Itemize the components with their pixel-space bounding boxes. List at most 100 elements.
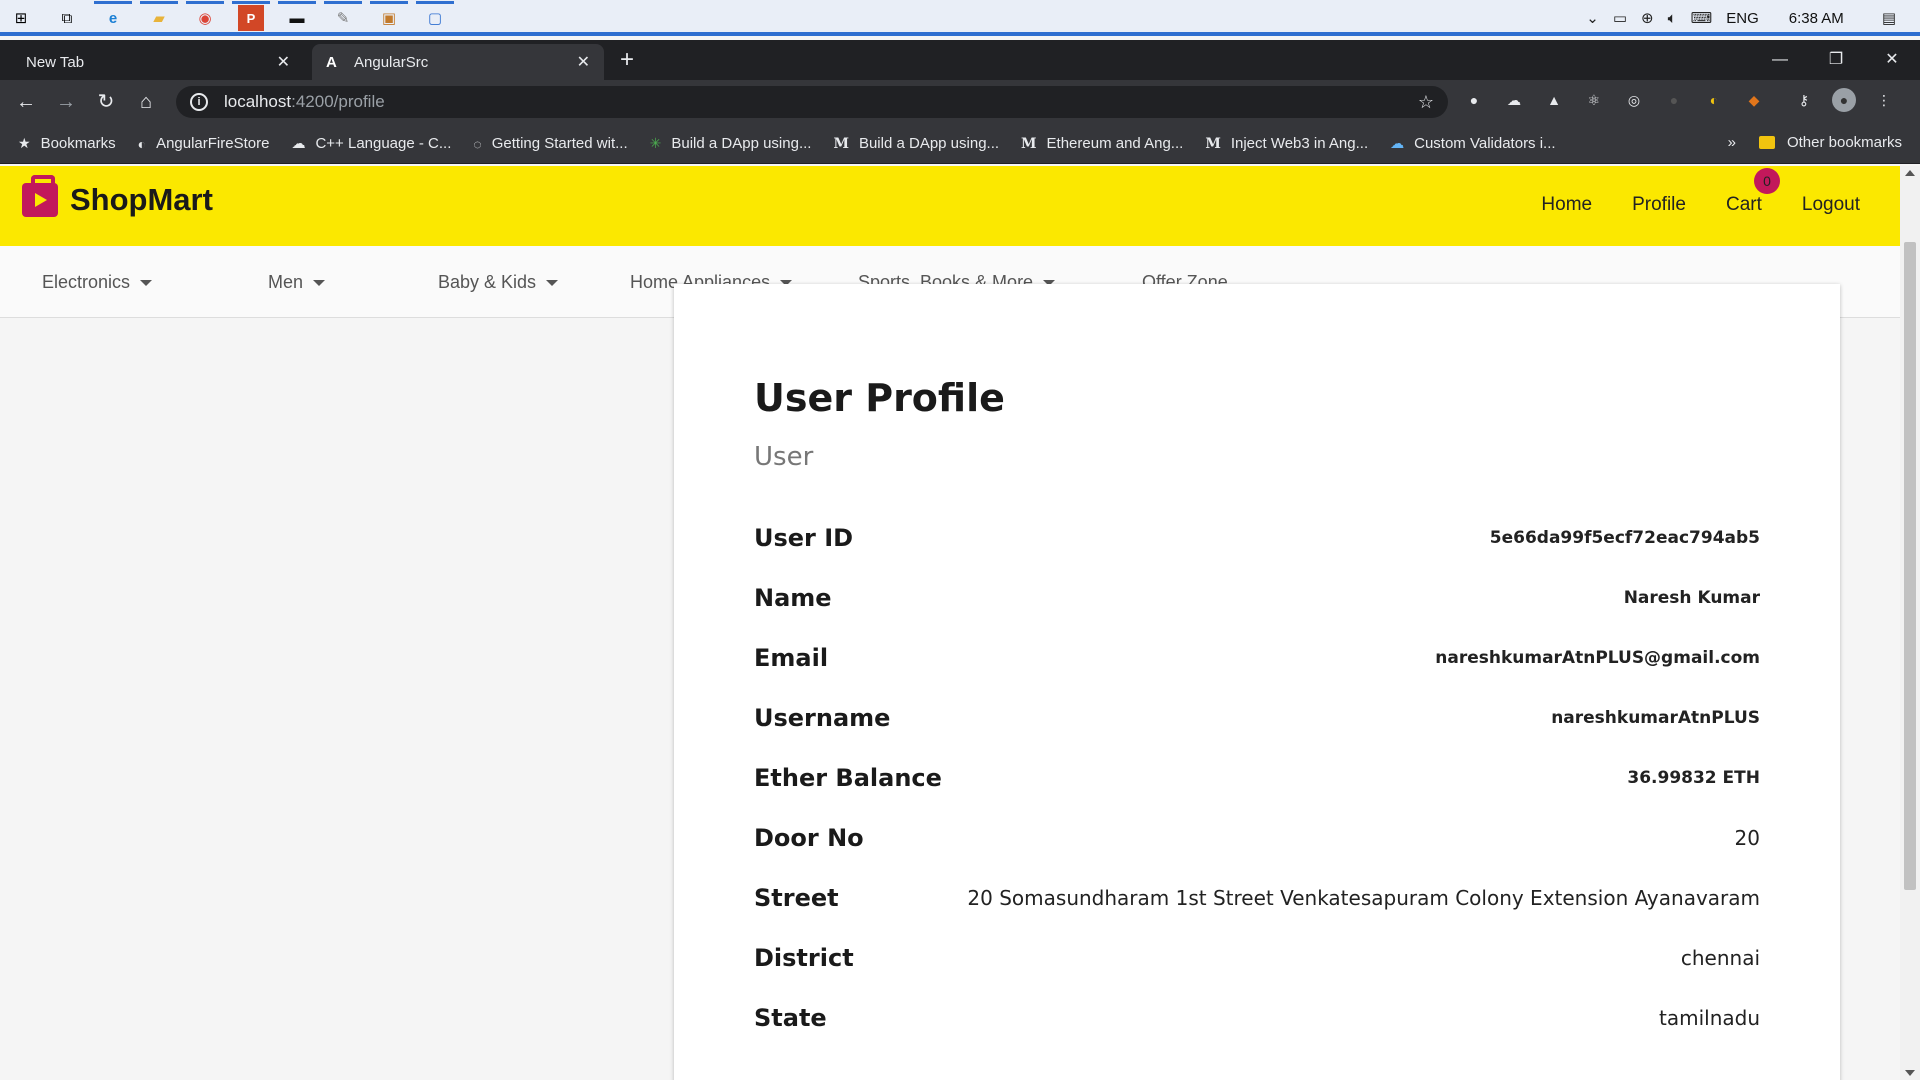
page-scrollbar[interactable]: [1900, 166, 1920, 1080]
language-indicator[interactable]: ENG: [1726, 10, 1759, 27]
react-extension-icon[interactable]: ⚛: [1582, 88, 1606, 112]
bookmark-item[interactable]: M Ethereum and Ang...: [1021, 135, 1183, 152]
bookmark-item[interactable]: M Inject Web3 in Ang...: [1205, 135, 1368, 152]
dark-extension-icon[interactable]: ●: [1662, 88, 1686, 112]
nav-cart-link[interactable]: Cart 0: [1725, 168, 1780, 216]
scroll-up-icon[interactable]: [1905, 170, 1915, 176]
back-icon[interactable]: ←: [12, 88, 40, 116]
close-window-icon[interactable]: ✕: [1864, 40, 1920, 80]
tab-new-tab[interactable]: New Tab ✕: [12, 44, 304, 80]
drive-extension-icon[interactable]: ▲: [1542, 88, 1566, 112]
caret-down-icon: [313, 280, 326, 287]
cloud-icon: ☁: [1390, 135, 1405, 151]
caret-down-icon: [546, 280, 559, 287]
close-tab-icon[interactable]: ✕: [277, 52, 290, 72]
bookmark-item[interactable]: ◐ AngularFireStore: [138, 135, 270, 152]
taskbar-apps: ⊞ ⧉ e ▰ ◉ P ▬ ✎ ▣ ▢: [8, 1, 454, 32]
tab-title: New Tab: [26, 53, 85, 71]
powerpoint-icon[interactable]: P: [232, 1, 270, 31]
close-tab-icon[interactable]: ✕: [577, 52, 590, 72]
paint-icon[interactable]: ✎: [324, 1, 362, 31]
tab-angularsrc[interactable]: A AngularSrc ✕: [312, 44, 604, 80]
chrome-icon[interactable]: ◉: [186, 1, 224, 31]
bookmark-item[interactable]: ☁ Custom Validators i...: [1390, 135, 1555, 152]
address-bar[interactable]: i localhost:4200/profile ☆: [176, 86, 1448, 118]
key-icon[interactable]: ⚷: [1792, 88, 1816, 112]
nav-logout-link[interactable]: Logout: [1802, 194, 1860, 216]
field-value: 20 Somasundharam 1st Street Venkatesapur…: [967, 886, 1760, 910]
bookmark-label: Custom Validators i...: [1414, 135, 1556, 152]
restore-icon[interactable]: ❐: [1808, 40, 1864, 80]
tab-title: AngularSrc: [354, 53, 429, 71]
field-label: Username: [754, 704, 891, 732]
user-profile-card: User Profile User User ID 5e66da99f5ecf7…: [674, 284, 1840, 1080]
metamask-icon[interactable]: ◆: [1742, 88, 1766, 112]
category-men[interactable]: Men: [268, 272, 326, 293]
spinner-icon: ◌: [473, 135, 482, 152]
bookmark-label: Getting Started wit...: [491, 135, 628, 152]
profile-row-state: State tamilnadu: [754, 998, 1760, 1038]
battery-icon[interactable]: ▭: [1613, 9, 1627, 27]
new-tab-icon[interactable]: +: [620, 46, 634, 74]
site-info-icon[interactable]: i: [190, 93, 208, 111]
profile-avatar[interactable]: ●: [1832, 88, 1856, 112]
cloud-extension-icon[interactable]: ☁: [1502, 88, 1526, 112]
extension-icon[interactable]: ●: [1462, 88, 1486, 112]
bookmark-item[interactable]: ☁ C++ Language - C...: [291, 135, 451, 152]
app-header: ShopMart Home Profile Cart 0 Logout: [0, 166, 1900, 246]
task-view-icon[interactable]: ⧉: [54, 5, 80, 31]
remote-desktop-icon[interactable]: ▢: [416, 1, 454, 31]
bookmark-item[interactable]: ✳ Build a DApp using...: [650, 135, 812, 152]
brand-name: ShopMart: [70, 182, 213, 217]
field-value: Naresh Kumar: [1623, 588, 1760, 608]
reload-icon[interactable]: ↻: [92, 88, 120, 116]
terminal-icon[interactable]: ▬: [278, 1, 316, 31]
browser-toolbar: ← → ↻ ⌂ i localhost:4200/profile ☆ ● ☁ ▲…: [0, 80, 1920, 124]
bookmark-label: AngularFireStore: [156, 135, 270, 152]
yellow-extension-icon[interactable]: ◐: [1702, 88, 1726, 112]
keyboard-icon[interactable]: ⌨: [1691, 9, 1713, 27]
field-label: Email: [754, 644, 829, 672]
window-controls: — ❐ ✕: [1752, 40, 1920, 80]
bookmark-item[interactable]: ★ Bookmarks: [18, 135, 116, 152]
cart-label: Cart: [1725, 194, 1762, 215]
chevron-up-icon[interactable]: ⌄: [1586, 9, 1599, 27]
bookmark-label: Inject Web3 in Ang...: [1230, 135, 1369, 152]
box-icon[interactable]: ▣: [370, 1, 408, 31]
profile-row-user-id: User ID 5e66da99f5ecf72eac794ab5: [754, 518, 1760, 558]
profile-row-district: District chennai: [754, 938, 1760, 978]
nav-home-link[interactable]: Home: [1541, 194, 1592, 216]
nav-profile-link[interactable]: Profile: [1632, 194, 1686, 216]
category-baby-kids[interactable]: Baby & Kids: [438, 272, 559, 293]
field-value: 5e66da99f5ecf72eac794ab5: [1489, 528, 1760, 548]
category-label: Baby & Kids: [438, 272, 537, 292]
menu-icon[interactable]: ⋮: [1872, 88, 1896, 112]
bookmark-item[interactable]: M Build a DApp using...: [833, 135, 999, 152]
asterisk-icon: ✳: [649, 135, 662, 151]
home-icon[interactable]: ⌂: [132, 88, 160, 116]
volume-icon[interactable]: 🔈︎: [1668, 10, 1677, 27]
other-bookmarks[interactable]: Other bookmarks: [1758, 134, 1902, 151]
edge-icon[interactable]: e: [94, 1, 132, 31]
clock[interactable]: 6:38 AM: [1789, 10, 1844, 27]
bookmark-item[interactable]: ◌ Getting Started wit...: [473, 135, 627, 152]
notifications-icon[interactable]: ▤: [1882, 9, 1896, 27]
file-explorer-icon[interactable]: ▰: [140, 1, 178, 31]
bookmark-star-icon[interactable]: ☆: [1418, 92, 1434, 113]
category-electronics[interactable]: Electronics: [42, 272, 153, 293]
more-bookmarks-icon[interactable]: »: [1728, 134, 1736, 151]
target-extension-icon[interactable]: ◎: [1622, 88, 1646, 112]
globe-icon[interactable]: ⊕: [1641, 9, 1654, 27]
field-value: tamilnadu: [1659, 1006, 1760, 1030]
brand-logo[interactable]: ShopMart: [22, 175, 213, 218]
minimize-icon[interactable]: —: [1752, 40, 1808, 80]
main-nav: Home Profile Cart 0 Logout: [1541, 168, 1860, 216]
scroll-down-icon[interactable]: [1905, 1070, 1915, 1076]
scroll-thumb[interactable]: [1904, 242, 1916, 890]
angular-icon: A: [326, 53, 337, 71]
folder-icon: [1758, 136, 1775, 149]
other-bookmarks-label: Other bookmarks: [1786, 134, 1902, 151]
forward-icon[interactable]: →: [52, 88, 80, 116]
profile-row-door-no: Door No 20: [754, 818, 1760, 858]
start-icon[interactable]: ⊞: [8, 5, 34, 31]
